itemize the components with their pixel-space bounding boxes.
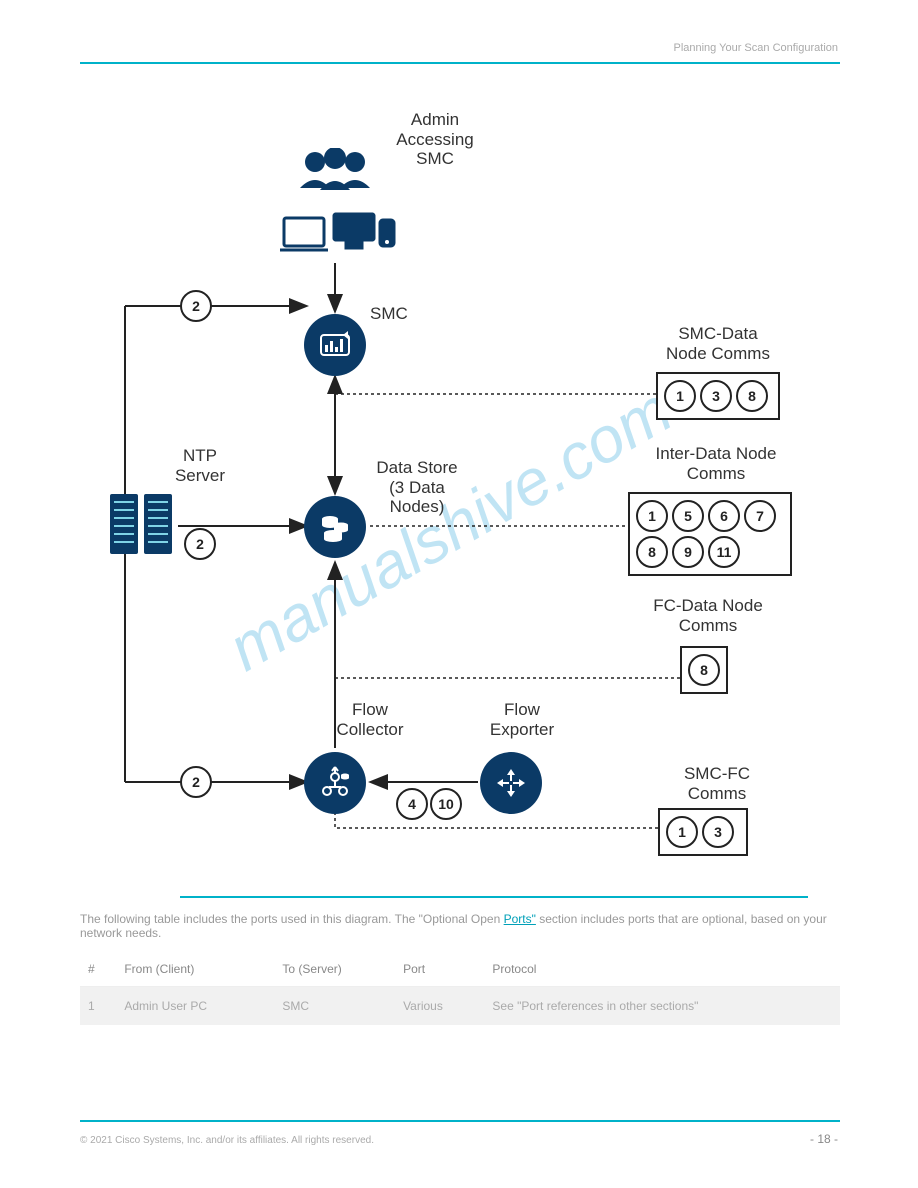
footer-rule — [80, 1120, 840, 1122]
comms-label-1: Inter-Data NodeComms — [626, 444, 806, 483]
flow-exporter-node-icon — [480, 752, 542, 814]
flow-collector-node-icon — [304, 752, 366, 814]
comms-box-0: 1 3 8 — [656, 372, 780, 420]
flow-exporter-label: FlowExporter — [472, 700, 572, 739]
comms-1-item: 7 — [744, 500, 776, 532]
comms-label-0: SMC-DataNode Comms — [638, 324, 798, 363]
legend-link[interactable]: Ports" — [504, 912, 536, 926]
comms-label-2: FC-Data NodeComms — [628, 596, 788, 635]
ntp-label: NTPServer — [160, 446, 240, 485]
comms-1-item: 6 — [708, 500, 740, 532]
header-rule — [80, 62, 840, 64]
users-icon — [285, 148, 385, 211]
pill-ntp-smc: 2 — [180, 290, 212, 322]
pill-ntp-fc: 2 — [180, 766, 212, 798]
smc-label: SMC — [370, 304, 408, 324]
footer-right: - 18 - — [810, 1132, 838, 1146]
comms-box-1: 1 5 6 7 8 9 11 — [628, 492, 792, 576]
comms-box-3: 1 3 — [658, 808, 748, 856]
datastore-node-icon — [304, 496, 366, 558]
ports-table: # From (Client) To (Server) Port Protoco… — [80, 952, 840, 1025]
ports-cell: SMC — [274, 987, 395, 1026]
footer-left: © 2021 Cisco Systems, Inc. and/or its af… — [80, 1135, 374, 1146]
legend-section: The following table includes the ports u… — [80, 912, 840, 1025]
comms-0-item: 8 — [736, 380, 768, 412]
comms-0-item: 1 — [664, 380, 696, 412]
comms-0-item: 3 — [700, 380, 732, 412]
ports-col-proto: Protocol — [484, 952, 840, 987]
ports-col-port: Port — [395, 952, 484, 987]
ports-col-from: From (Client) — [116, 952, 274, 987]
ports-cell: Various — [395, 987, 484, 1026]
pill-fe-fc-a: 4 — [396, 788, 428, 820]
architecture-diagram: manualshive.com — [80, 88, 842, 888]
comms-label-3: SMC-FCComms — [642, 764, 792, 803]
comms-2-item: 8 — [688, 654, 720, 686]
header-text: Planning Your Scan Configuration — [673, 42, 838, 54]
devices-icon — [280, 212, 400, 263]
ports-cell: Admin User PC — [116, 987, 274, 1026]
comms-box-2: 8 — [680, 646, 728, 694]
datastore-label: Data Store(3 DataNodes) — [362, 458, 472, 517]
comms-3-item: 3 — [702, 816, 734, 848]
ports-col-to: To (Server) — [274, 952, 395, 987]
ports-col-n: # — [80, 952, 116, 987]
comms-1-item: 1 — [636, 500, 668, 532]
legend-intro: The following table includes the ports u… — [80, 912, 500, 926]
ntp-server-icon — [106, 492, 178, 561]
ports-cell: See "Port references in other sections" — [484, 987, 840, 1026]
comms-1-item: 11 — [708, 536, 740, 568]
pill-ntp-ds: 2 — [184, 528, 216, 560]
pill-fe-fc-b: 10 — [430, 788, 462, 820]
diagram-caption-rule — [180, 896, 808, 898]
comms-1-item: 9 — [672, 536, 704, 568]
comms-3-item: 1 — [666, 816, 698, 848]
comms-1-item: 5 — [672, 500, 704, 532]
table-row: 1 Admin User PC SMC Various See "Port re… — [80, 987, 840, 1026]
comms-1-item: 8 — [636, 536, 668, 568]
admin-label: AdminAccessingSMC — [380, 110, 490, 169]
ports-cell: 1 — [80, 987, 116, 1026]
flow-collector-label: FlowCollector — [320, 700, 420, 739]
smc-node-icon — [304, 314, 366, 376]
